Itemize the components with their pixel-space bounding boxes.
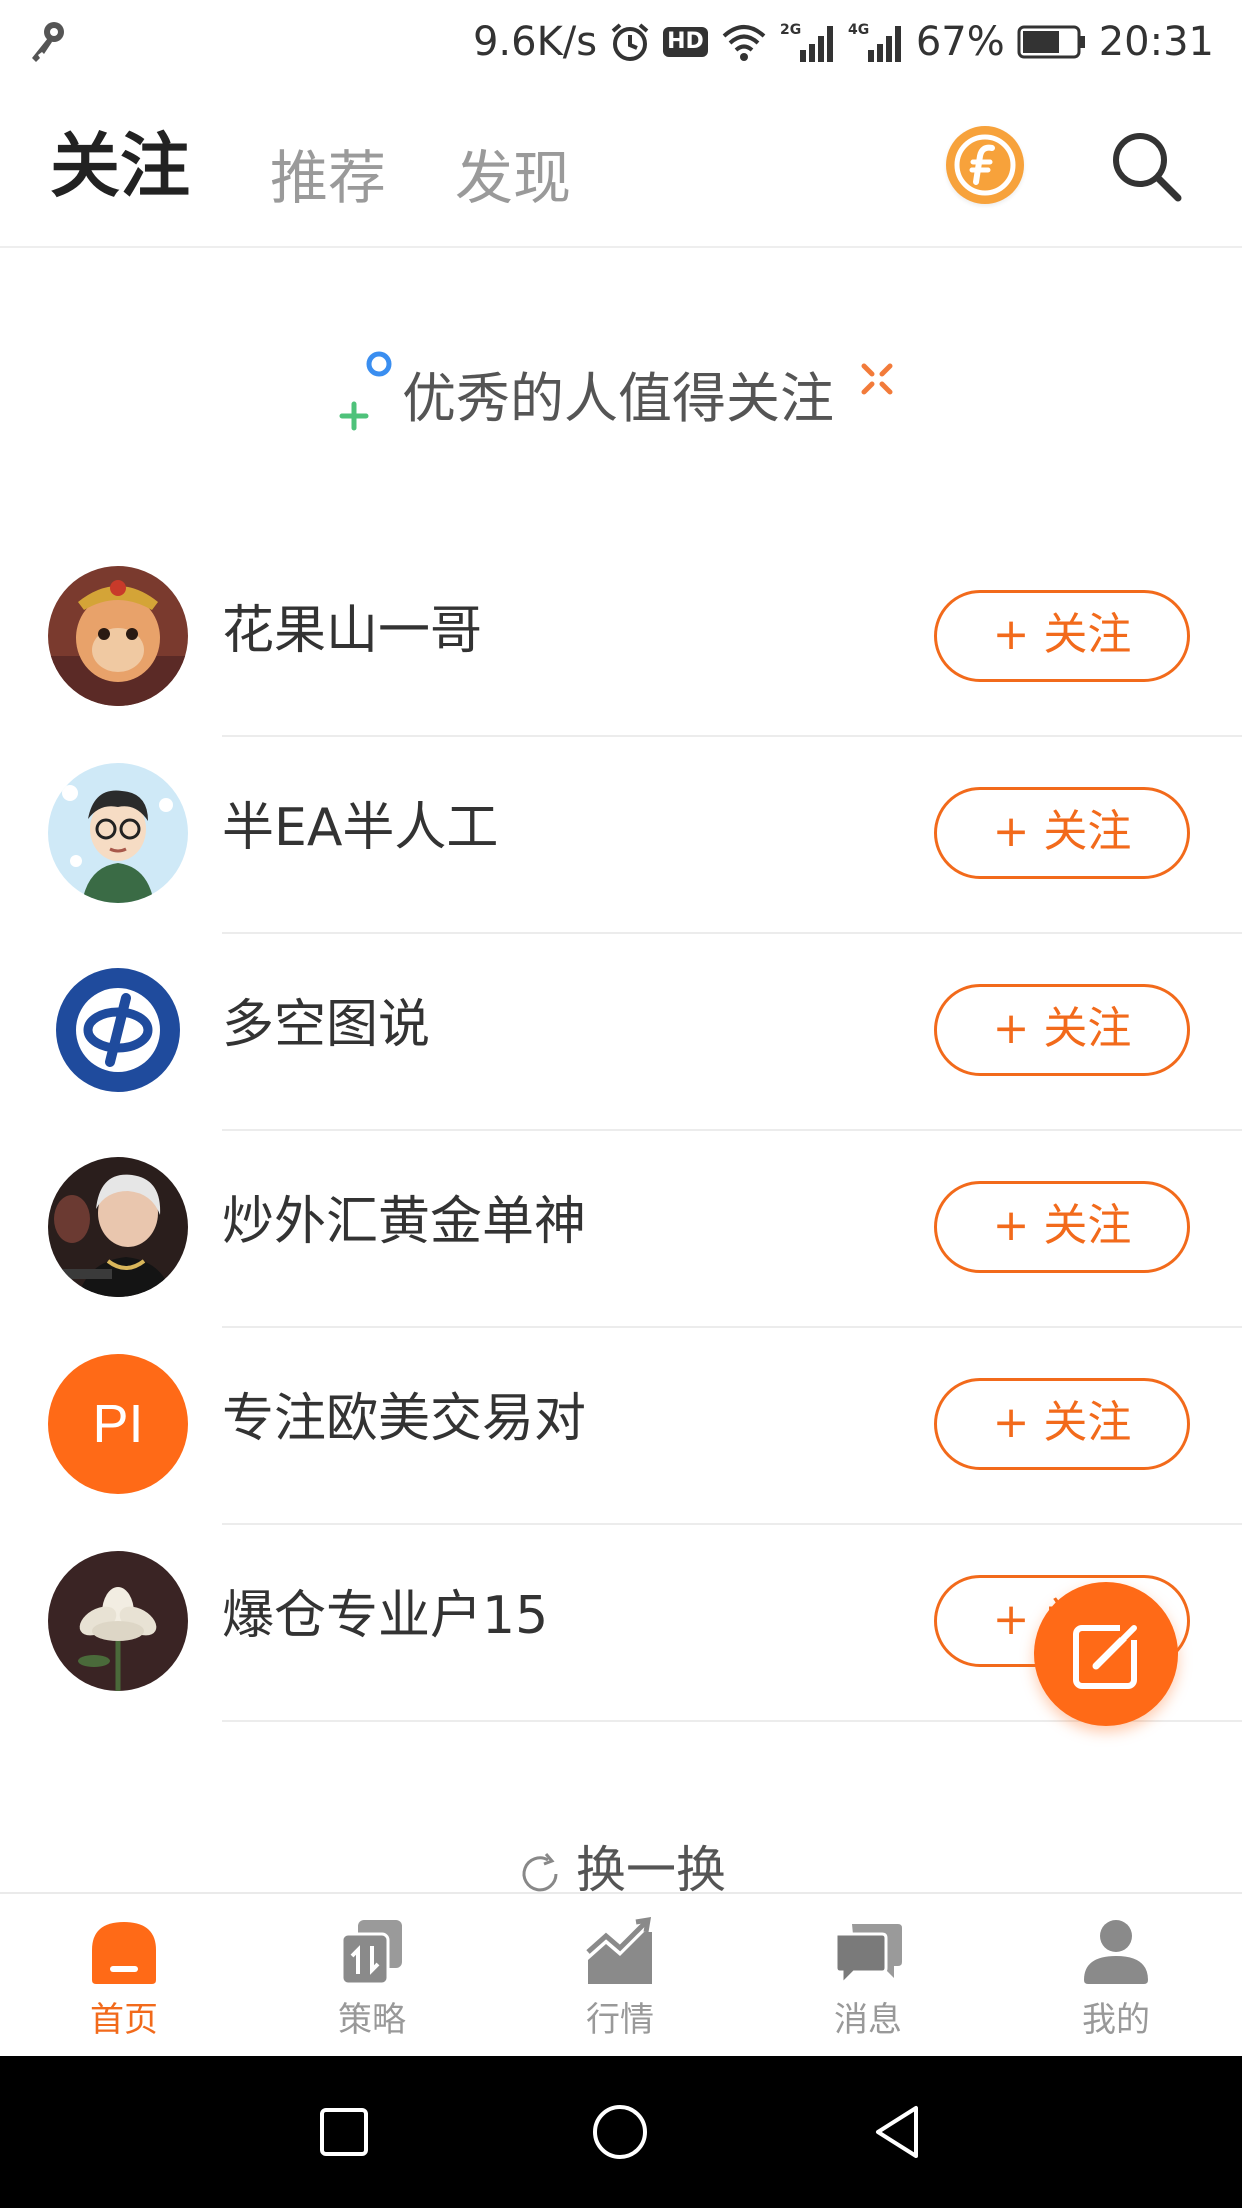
user-name[interactable]: 花果山一哥 [222, 596, 482, 666]
recent-apps-icon[interactable] [314, 2102, 374, 2162]
signal-2g-icon: 2G [780, 20, 836, 64]
user-name[interactable]: 炒外汇黄金单神 [222, 1187, 586, 1257]
strategy-icon [340, 1920, 402, 1986]
avatar[interactable] [48, 960, 188, 1100]
signal-4g-icon: 4G [848, 20, 904, 64]
avatar-initials: PI [48, 1354, 188, 1494]
nav-item-messages[interactable]: 消息 [744, 1894, 992, 2056]
battery-percent: 67% [915, 19, 1005, 65]
list-item[interactable]: 半EA半人工 + 关注 [0, 737, 1242, 934]
wifi-icon [720, 22, 768, 62]
follow-button[interactable]: + 关注 [934, 984, 1190, 1076]
key-icon [32, 22, 64, 62]
follow-button[interactable]: + 关注 [934, 590, 1190, 682]
suggested-users-list: 花果山一哥 + 关注 半EA半人工 + 关注 多空图说 + 关注 炒外汇黄金单神… [0, 540, 1242, 1722]
follow-button[interactable]: + 关注 [934, 1181, 1190, 1273]
avatar[interactable]: PI [48, 1354, 188, 1494]
avatar[interactable] [48, 566, 188, 706]
avatar[interactable] [48, 1551, 188, 1691]
svg-text:4G: 4G [848, 22, 869, 38]
status-bar: 9.6K/s HD 2G 4G 67% 20:31 [0, 0, 1242, 84]
home-icon [92, 1922, 156, 1984]
message-icon [834, 1924, 902, 1988]
nav-label: 我的 [1082, 2000, 1150, 2040]
avatar[interactable] [48, 763, 188, 903]
compose-button[interactable] [1034, 1582, 1178, 1726]
top-tab-bar: 关注 推荐 发现 [0, 96, 1242, 248]
recommend-banner: 优秀的人值得关注 [0, 340, 1242, 460]
user-name[interactable]: 爆仓专业户15 [222, 1581, 548, 1651]
decor-x-icon [861, 363, 893, 395]
list-item[interactable]: 花果山一哥 + 关注 [0, 540, 1242, 737]
system-navigation-bar [0, 2056, 1242, 2208]
tab-following[interactable]: 关注 [50, 126, 190, 206]
decor-circle-icon [366, 351, 392, 377]
follow-button[interactable]: + 关注 [934, 787, 1190, 879]
tab-discover[interactable]: 发现 [455, 138, 571, 218]
tab-recommend[interactable]: 推荐 [270, 138, 386, 218]
coin-icon[interactable] [946, 126, 1024, 204]
nav-item-profile[interactable]: 我的 [992, 1894, 1240, 2056]
user-name[interactable]: 半EA半人工 [222, 793, 498, 863]
avatar[interactable] [48, 1157, 188, 1297]
user-name[interactable]: 专注欧美交易对 [222, 1384, 586, 1454]
list-item[interactable]: PI 专注欧美交易对 + 关注 [0, 1328, 1242, 1525]
nav-label: 消息 [834, 2000, 902, 2040]
nav-label: 策略 [338, 2000, 406, 2040]
nav-item-home[interactable]: 首页 [0, 1894, 248, 2056]
chart-icon [586, 1916, 652, 1984]
nav-label: 首页 [90, 2000, 158, 2040]
decor-plus-icon [339, 401, 369, 431]
refresh-button[interactable]: 换一换 [0, 1838, 1242, 1899]
nav-label: 行情 [586, 2000, 654, 2040]
clock: 20:31 [1098, 19, 1214, 65]
svg-text:2G: 2G [780, 22, 801, 38]
user-name[interactable]: 多空图说 [222, 990, 430, 1060]
nav-item-market[interactable]: 行情 [496, 1894, 744, 2056]
list-item[interactable]: 炒外汇黄金单神 + 关注 [0, 1131, 1242, 1328]
search-icon[interactable] [1108, 128, 1184, 204]
nav-item-strategy[interactable]: 策略 [248, 1894, 496, 2056]
home-circle-icon[interactable] [590, 2102, 650, 2162]
refresh-icon [522, 1852, 558, 1891]
follow-button[interactable]: + 关注 [934, 1378, 1190, 1470]
list-item[interactable]: 多空图说 + 关注 [0, 934, 1242, 1131]
network-speed: 9.6K/s [472, 19, 598, 65]
bottom-navigation: 首页 策略 行情 消息 我的 [0, 1892, 1242, 2056]
recommend-title: 优秀的人值得关注 [402, 367, 834, 430]
alarm-icon [609, 21, 651, 63]
back-icon[interactable] [868, 2102, 928, 2162]
profile-icon [1084, 1920, 1148, 1984]
refresh-label: 换一换 [576, 1841, 726, 1899]
edit-icon [1073, 1620, 1144, 1689]
hd-badge: HD [663, 27, 708, 57]
battery-icon [1017, 25, 1087, 59]
status-indicators: 9.6K/s HD 2G 4G 67% 20:31 [473, 12, 1214, 72]
